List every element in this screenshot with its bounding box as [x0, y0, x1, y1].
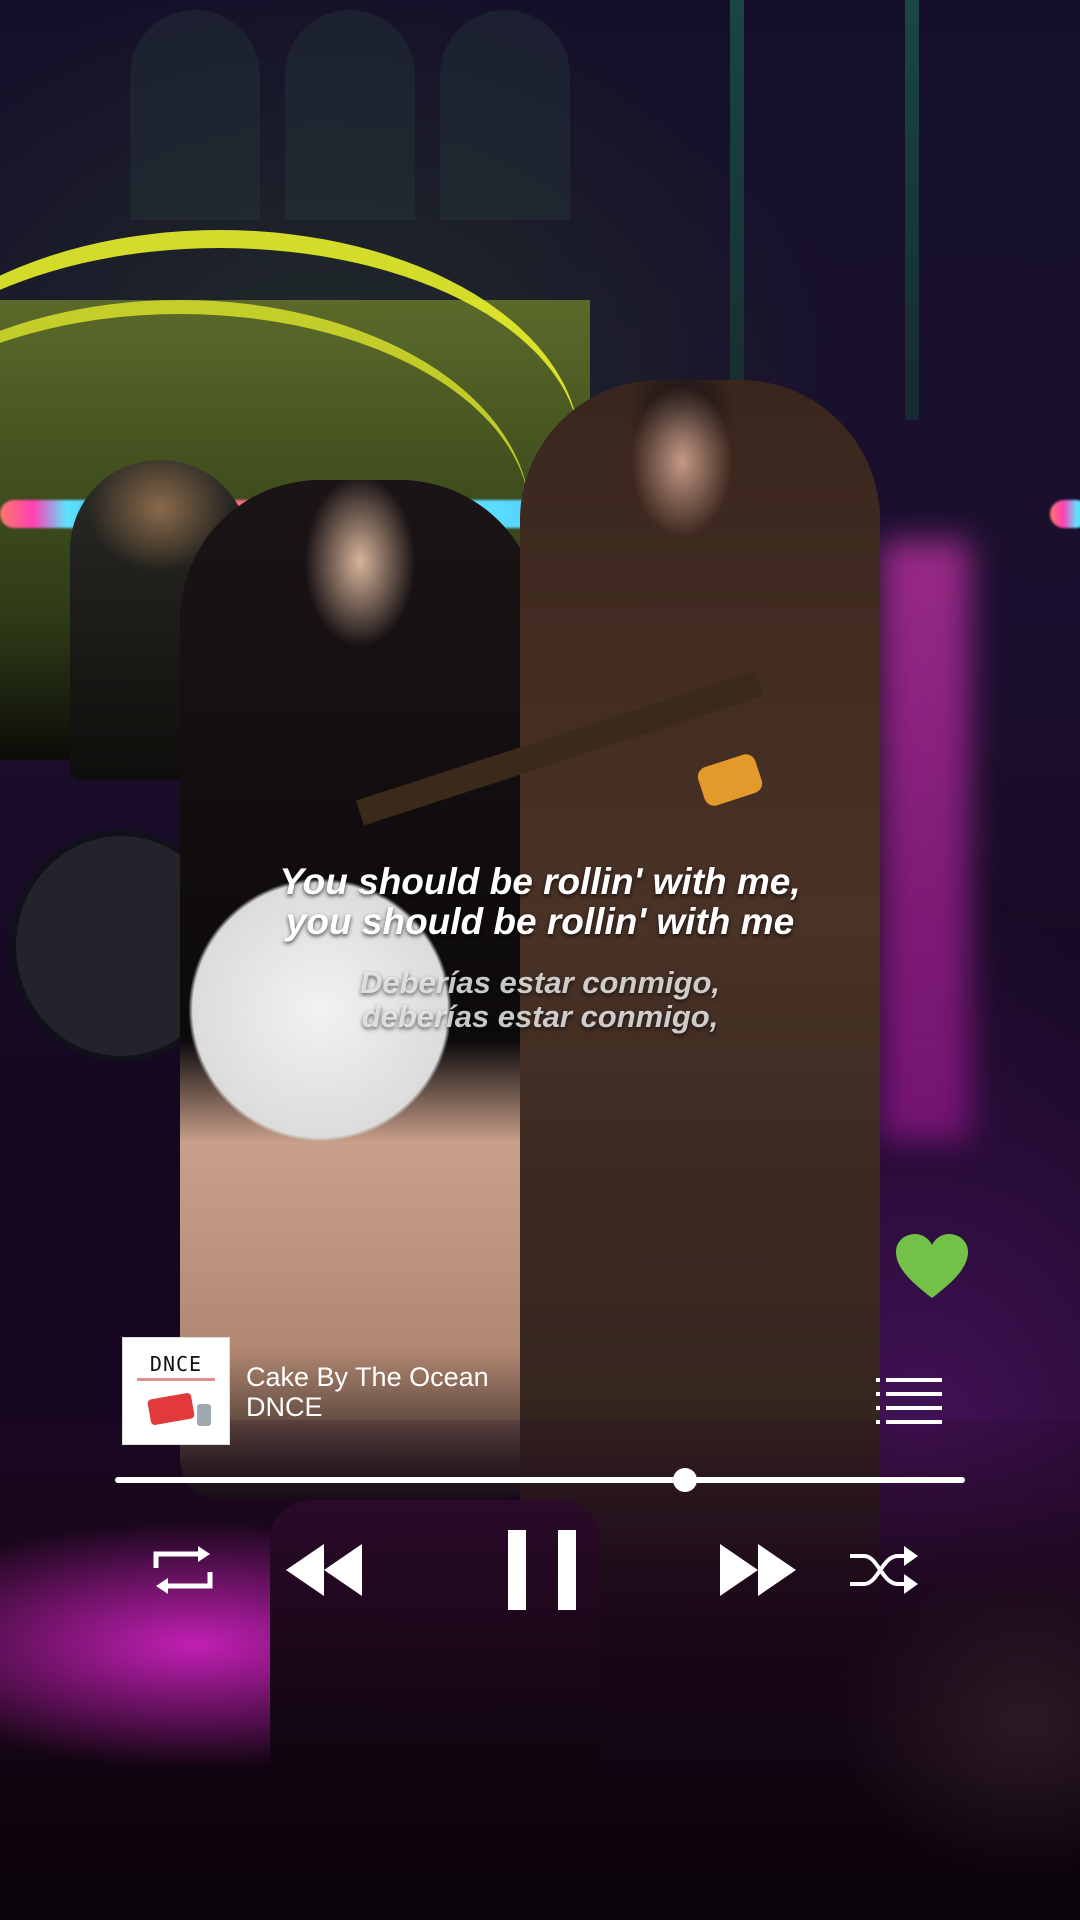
lyric-line: you should be rollin' with me [285, 901, 795, 942]
song-title: Cake By The Ocean [246, 1362, 489, 1392]
video-background [0, 0, 1080, 1920]
shuffle-icon[interactable] [848, 1544, 920, 1596]
venue-arch [130, 10, 260, 220]
album-art-can [197, 1404, 211, 1426]
lyrics-translation: Deberías estar conmigo, deberías estar c… [0, 966, 1080, 1034]
pause-icon[interactable] [506, 1530, 578, 1610]
favorite-heart-icon[interactable] [894, 1232, 970, 1302]
previous-track-icon[interactable] [284, 1542, 364, 1598]
album-art-stripe [137, 1378, 215, 1381]
venue-pillar [905, 0, 919, 420]
translation-line: deberías estar conmigo, [361, 999, 719, 1034]
progress-bar[interactable] [115, 1477, 965, 1483]
venue-arch [440, 10, 570, 220]
queue-list-icon[interactable] [876, 1376, 942, 1426]
next-track-icon[interactable] [718, 1542, 798, 1598]
venue-pillar [730, 0, 744, 420]
lyric-line: You should be rollin' with me, [279, 861, 801, 902]
venue-arch [285, 10, 415, 220]
repeat-icon[interactable] [148, 1544, 218, 1596]
pink-stage-light [880, 540, 970, 1140]
song-artist: DNCE [246, 1392, 323, 1422]
album-art[interactable]: DNCE [122, 1337, 230, 1445]
led-strip [1050, 500, 1080, 528]
lyrics-original: You should be rollin' with me, you shoul… [0, 862, 1080, 942]
album-art-cake [147, 1392, 195, 1426]
translation-line: Deberías estar conmigo, [359, 965, 721, 1000]
album-logo-text: DNCE [149, 1352, 203, 1376]
progress-scrubber[interactable] [672, 1468, 697, 1492]
